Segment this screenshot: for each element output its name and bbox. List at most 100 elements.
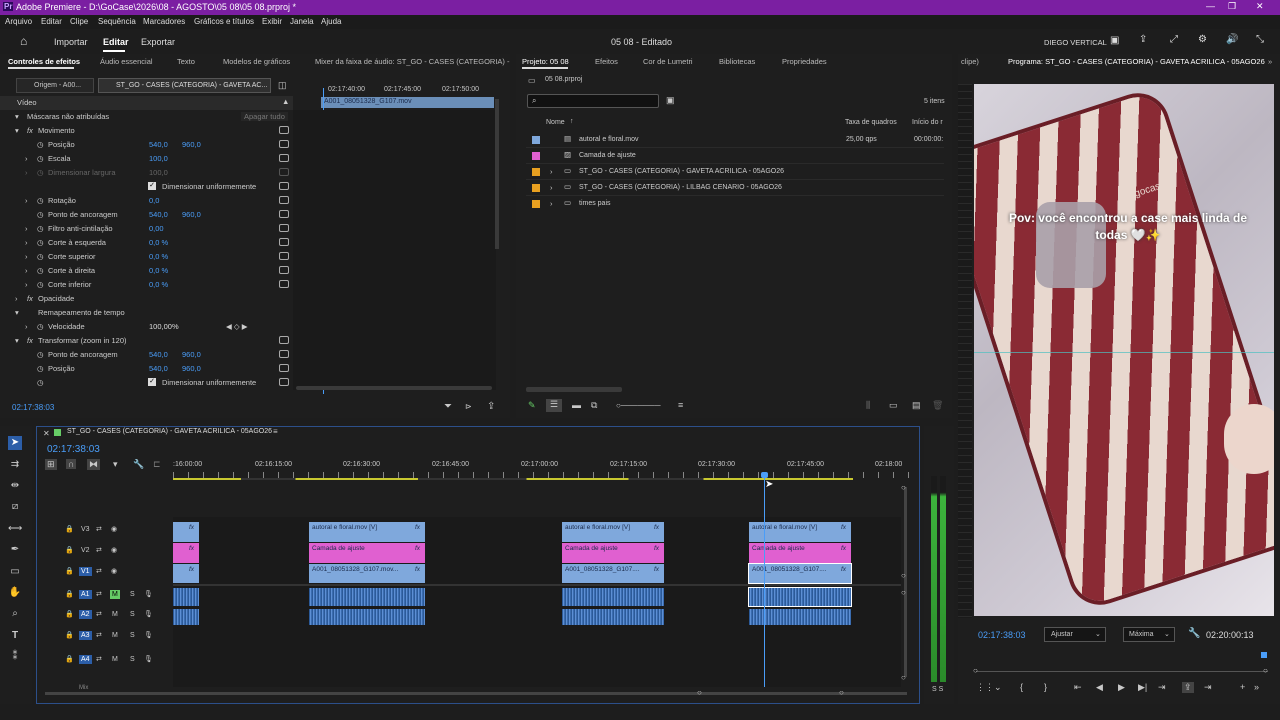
menu-graficos[interactable]: Gráficos e títulos [194,17,254,26]
sequence-menu-icon[interactable]: ≡ [273,427,278,436]
menu-clipe[interactable]: Clipe [70,17,88,26]
fx-icon[interactable]: fx [27,294,33,303]
sync-icon[interactable]: ⇄ [96,590,102,598]
value-x[interactable]: 540,0 [149,350,168,359]
expand-icon[interactable]: › [25,154,28,163]
vscroll-audio-bottom-handle[interactable]: ○ [901,673,906,682]
header-fps[interactable]: Taxa de quadros [845,119,897,126]
expand-icon[interactable]: ▾ [15,308,19,317]
extract-icon[interactable]: ⇥ [1204,682,1212,693]
expand-icon[interactable]: › [25,196,28,205]
track-label[interactable]: V2 [81,547,90,554]
track-label[interactable]: A1 [79,590,92,599]
stopwatch-icon[interactable]: ◷ [37,210,44,219]
sync-icon[interactable]: ⇄ [96,631,102,639]
scroll-up-icon[interactable]: ▲ [282,97,289,106]
sync-icon[interactable]: ⇄ [96,525,102,533]
menu-janela[interactable]: Janela [290,17,314,26]
snap-icon[interactable]: ∩ [66,459,77,469]
tab-clip[interactable]: clipe) [961,57,979,66]
fullscreen-icon[interactable]: ⤢ [1170,34,1178,45]
tab-effect-controls[interactable]: Controles de efeitos [8,57,80,66]
rectangle-tool-icon[interactable]: ▭ [8,565,22,579]
wrench-icon[interactable]: 🔧 [1188,628,1200,639]
stopwatch-icon[interactable]: ◷ [37,196,44,205]
expand-icon[interactable]: › [550,167,553,176]
expand-icon[interactable]: ▾ [15,126,19,135]
value-y[interactable]: 960,0 [182,350,201,359]
timeline-timecode[interactable]: 02:17:38:03 [47,444,100,455]
settings-wrench-icon[interactable]: 🔧 [133,459,144,470]
audio-icon[interactable]: 🔊 [1226,34,1238,45]
fit-dropdown[interactable]: Ajustar ⌄ [1044,627,1106,642]
value-y[interactable]: 960,0 [182,364,201,373]
track-label[interactable]: V1 [79,567,92,576]
sync-icon[interactable]: ⇄ [96,567,102,575]
lock-icon[interactable]: 🔒 [65,631,74,639]
clip-v3[interactable]: autoral e floral.mov [V] fx [309,522,425,542]
import-tab[interactable]: Importar [54,37,88,47]
track-label[interactable]: A4 [79,655,92,664]
track-label[interactable]: A2 [79,610,92,619]
settings-icon[interactable]: ⚙ [1198,34,1207,45]
vscroll-top-handle[interactable]: ○ [901,483,906,492]
edit-tab[interactable]: Editar [103,37,129,47]
export-icon[interactable]: ⇪ [487,401,495,412]
reset-icon[interactable] [279,364,289,372]
share-icon[interactable]: ⇪ [1139,34,1147,45]
captions-icon[interactable]: ⊏ [153,459,161,470]
reset-icon[interactable] [279,196,289,204]
solo-button[interactable]: S [130,591,135,598]
reset-icon[interactable] [279,154,289,162]
menu-editar[interactable]: Editar [41,17,62,26]
new-search-bin-icon[interactable]: ▣ [666,95,675,106]
overflow-icon[interactable]: » [1254,682,1259,692]
track-label[interactable]: A3 [79,631,92,640]
expand-icon[interactable]: › [25,252,28,261]
fx-icon[interactable]: fx [27,336,33,345]
clip-v3[interactable]: fx [173,522,199,542]
sort-asc-icon[interactable]: ↑ [570,118,574,125]
razor-tool-icon[interactable]: ⧄ [8,500,22,514]
go-to-out-icon[interactable]: ⇥ [1158,682,1166,693]
value[interactable]: 0,0 % [149,252,168,261]
reset-icon[interactable] [279,266,289,274]
reset-icon[interactable] [279,126,289,134]
eye-icon[interactable]: ◉ [111,546,117,554]
new-item-icon[interactable]: ▤ [912,400,921,411]
ripple-edit-tool-icon[interactable]: ⇹ [8,479,22,493]
solo-labels[interactable]: S S [932,686,943,693]
keyframe-nav-icon[interactable]: ◀ ◇ ▶ [226,322,247,331]
reset-icon[interactable] [279,336,289,344]
filter-icon[interactable]: ⏷ [444,401,452,412]
program-timecode[interactable]: 02:17:38:03 [978,630,1026,640]
value[interactable]: 100,00% [149,322,179,331]
fx-icon[interactable]: fx [27,126,33,135]
header-name[interactable]: Nome [546,119,565,126]
reset-icon[interactable] [279,140,289,148]
hscroll-right-handle[interactable]: ○ [839,688,844,697]
mic-icon[interactable]: 🎙 [144,610,153,618]
expand-icon[interactable]: › [550,183,553,192]
audio-clip-a2[interactable] [309,609,425,625]
list-item[interactable]: ▤ autoral e floral.mov 25,00 qps 00:00:0… [526,132,944,148]
value-x[interactable]: 540,0 [149,140,168,149]
tab-audio-mixer[interactable]: Mixer da faixa de áudio: ST_GO - CASES (… [315,57,510,66]
lock-icon[interactable]: 🔒 [65,655,74,663]
export-tab[interactable]: Exportar [141,37,175,47]
solo-button[interactable]: S [130,611,135,618]
selection-tool-icon[interactable]: ➤ [8,436,22,450]
expand-icon[interactable]: › [25,266,28,275]
scrubber-end-handle[interactable]: ○ [1263,666,1268,675]
tab-essential-audio[interactable]: Áudio essencial [100,57,153,66]
hand-tool-icon[interactable]: ✋ [8,586,22,600]
timeline-hscroll[interactable] [45,692,907,695]
label-color-swatch[interactable] [532,200,540,208]
lock-icon[interactable]: 🔒 [65,525,74,533]
label-color-swatch[interactable] [532,152,540,160]
audio-clip-a1[interactable] [562,588,664,606]
value-x[interactable]: 540,0 [149,210,168,219]
go-to-in-icon[interactable]: ⇤ [1074,682,1082,693]
stopwatch-icon[interactable]: ◷ [37,224,44,233]
panel-toggle-icon[interactable]: ◫ [278,80,287,91]
